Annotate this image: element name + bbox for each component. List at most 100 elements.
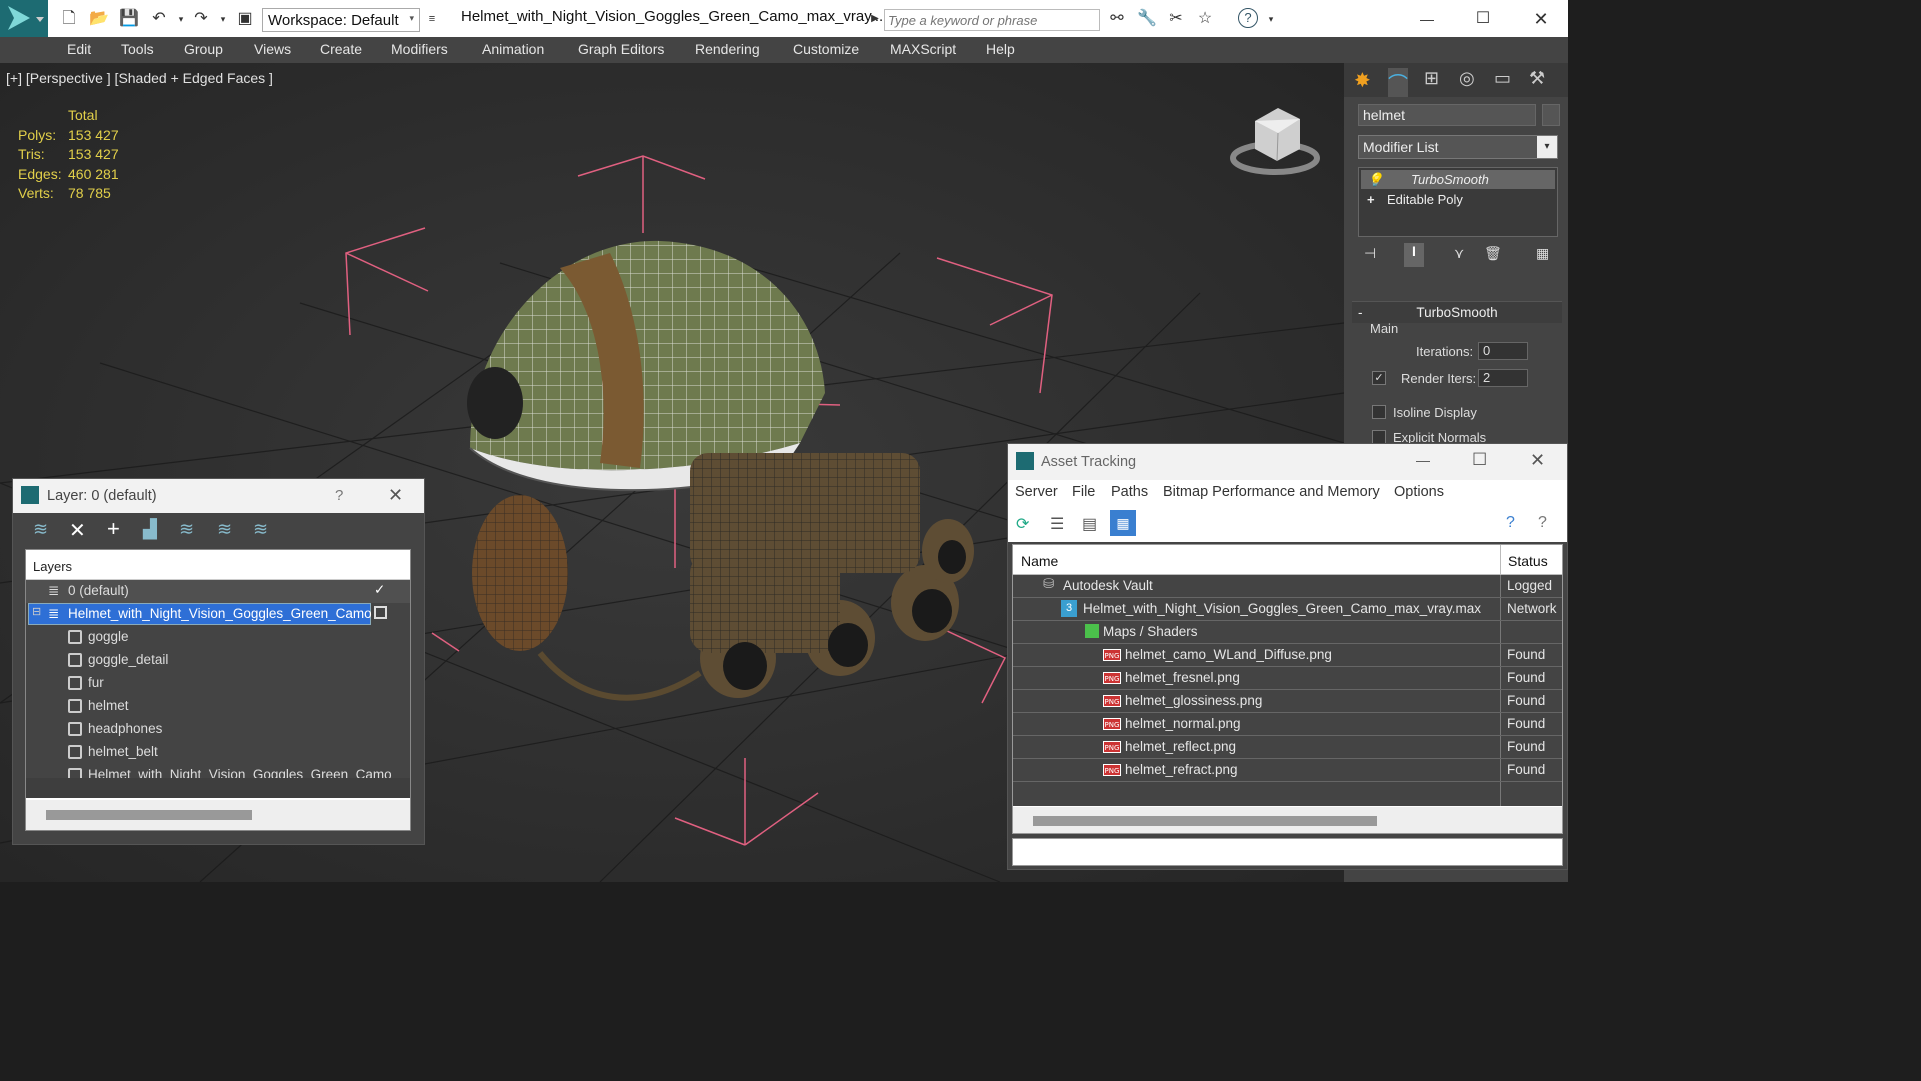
asset-row-map[interactable]: PNG helmet_camo_WLand_Diffuse.png Found [1013,644,1562,667]
highlight-selected-icon[interactable]: ≋ [179,519,194,540]
utilities-tab-icon[interactable]: ⚒ [1529,68,1545,89]
column-status[interactable]: Status [1508,553,1548,569]
undo-dropdown-icon[interactable]: ▾ [170,8,192,30]
asset-path-field[interactable] [1012,838,1563,866]
asset-row-map[interactable]: PNG helmet_reflect.png Found [1013,736,1562,759]
explicit-normals-checkbox[interactable] [1372,430,1386,444]
object-row[interactable]: fur [26,672,410,695]
context-help-icon[interactable]: ? [1538,514,1547,532]
app-logo[interactable] [0,0,48,37]
minimize-icon[interactable]: — [1416,8,1438,30]
layer-row-default[interactable]: ≣ 0 (default) ✓ [26,580,410,603]
render-iters-checkbox[interactable]: ✓ [1372,371,1386,385]
open-file-icon[interactable]: 📂 [88,8,110,30]
column-name[interactable]: Name [1021,553,1058,569]
stack-item-editable-poly[interactable]: + Editable Poly [1361,190,1555,209]
object-row[interactable]: goggle [26,626,410,649]
isoline-checkbox[interactable] [1372,405,1386,419]
add-to-layer-icon[interactable]: + [107,516,120,542]
menu-animation[interactable]: Animation [482,41,544,57]
close-icon[interactable]: ✕ [1530,8,1552,30]
object-row[interactable]: headphones [26,718,410,741]
table-view-icon[interactable]: ▦ [1110,510,1136,536]
motion-tab-icon[interactable]: ◎ [1459,68,1475,89]
render-iters-spinner[interactable]: 2 [1478,369,1528,387]
undo-icon[interactable]: ↶ [148,8,170,30]
workspace-menu-icon[interactable]: ≡ [421,8,443,30]
layer-row-helmet[interactable]: ⊟ ≣ Helmet_with_Night_Vision_Goggles_Gre… [26,603,410,626]
viewcube-navigation[interactable] [1230,103,1320,178]
lightbulb-icon[interactable]: 💡 [1367,170,1383,189]
column-divider[interactable] [1500,545,1501,575]
turbosmooth-rollout-header[interactable]: - TurboSmooth [1352,301,1562,323]
play-arrow-icon[interactable]: ▶ [864,8,886,30]
collapse-icon[interactable]: ⊟ [32,605,41,618]
menu-group[interactable]: Group [184,41,223,57]
tree-view-icon[interactable]: ▤ [1082,514,1097,534]
close-icon[interactable]: ✕ [388,485,403,506]
redo-dropdown-icon[interactable]: ▾ [212,8,234,30]
menu-options[interactable]: Options [1394,484,1444,500]
menu-paths[interactable]: Paths [1111,484,1148,500]
create-tab-icon[interactable]: ✸ [1354,68,1371,93]
menu-tools[interactable]: Tools [121,41,154,57]
asset-row-maxfile[interactable]: 3 Helmet_with_Night_Vision_Goggles_Green… [1013,598,1562,621]
current-layer-box-icon[interactable] [374,606,387,619]
asset-row-map[interactable]: PNG helmet_normal.png Found [1013,713,1562,736]
iterations-spinner[interactable]: 0 [1478,342,1528,360]
workspace-dropdown[interactable]: Workspace: Default ▾ [262,8,420,32]
favorites-star-icon[interactable]: ☆ [1194,8,1216,30]
search-input[interactable] [884,9,1100,31]
asset-window-titlebar[interactable]: Asset Tracking — ☐ ✕ [1008,444,1567,480]
stack-item-turbosmooth[interactable]: 💡 TurboSmooth [1361,170,1555,189]
asset-row-map[interactable]: PNG helmet_refract.png Found [1013,759,1562,782]
asset-row-map[interactable]: PNG helmet_fresnel.png Found [1013,667,1562,690]
menu-rendering[interactable]: Rendering [695,41,760,57]
project-folder-icon[interactable]: ▣ [234,8,256,30]
sign-in-icon[interactable]: ✂ [1165,8,1187,30]
help-icon[interactable]: ? [1506,514,1515,532]
menu-file[interactable]: File [1072,484,1095,500]
menu-edit[interactable]: Edit [67,41,91,57]
object-row[interactable]: helmet [26,695,410,718]
list-view-icon[interactable]: ☰ [1050,514,1064,534]
select-in-layer-icon[interactable]: ▟ [143,519,157,540]
create-layer-icon[interactable]: ≋ [33,519,48,540]
new-file-icon[interactable]: 🗋 [58,8,80,30]
maximize-icon[interactable]: ☐ [1472,450,1487,470]
menu-graph-editors[interactable]: Graph Editors [578,41,664,57]
menu-maxscript[interactable]: MAXScript [890,41,956,57]
save-icon[interactable]: 💾 [118,8,140,30]
scrollbar-thumb[interactable] [1033,816,1377,826]
object-row[interactable]: helmet_belt [26,741,410,764]
redo-icon[interactable]: ↷ [190,8,212,30]
asset-row-map[interactable]: PNG helmet_glossiness.png Found [1013,690,1562,713]
object-name-field[interactable] [1358,104,1536,126]
viewport-label[interactable]: [+] [Perspective ] [Shaded + Edged Faces… [6,70,273,86]
refresh-icon[interactable]: ⟳ [1016,514,1029,534]
menu-create[interactable]: Create [320,41,362,57]
layers-column-header[interactable]: Layers [26,550,410,580]
menu-customize[interactable]: Customize [793,41,859,57]
horizontal-scrollbar[interactable] [26,800,410,830]
object-color-swatch[interactable] [1542,104,1560,126]
configure-sets-icon[interactable]: ▦ [1536,245,1549,262]
expand-plus-icon[interactable]: + [1367,190,1375,209]
remove-modifier-icon[interactable]: 🗑 [1484,245,1502,262]
make-unique-icon[interactable]: ⋎ [1454,245,1464,262]
layer-window-titlebar[interactable]: Layer: 0 (default) ? ✕ [13,479,424,513]
hierarchy-tab-icon[interactable]: ⊞ [1424,68,1439,89]
maximize-icon[interactable]: ☐ [1472,8,1494,30]
hide-all-icon[interactable]: ≋ [217,519,232,540]
close-icon[interactable]: ✕ [1530,450,1545,471]
menu-modifiers[interactable]: Modifiers [391,41,448,57]
menu-help[interactable]: Help [986,41,1015,57]
scrollbar-thumb[interactable] [46,810,252,820]
key-icon[interactable]: 🔧 [1136,8,1158,30]
minimize-icon[interactable]: — [1416,452,1430,468]
checkmark-icon[interactable]: ✓ [374,582,385,598]
display-tab-icon[interactable]: ▭ [1494,68,1511,89]
freeze-all-icon[interactable]: ≋ [253,519,268,540]
object-row[interactable]: goggle_detail [26,649,410,672]
asset-horizontal-scrollbar[interactable] [1013,807,1562,833]
